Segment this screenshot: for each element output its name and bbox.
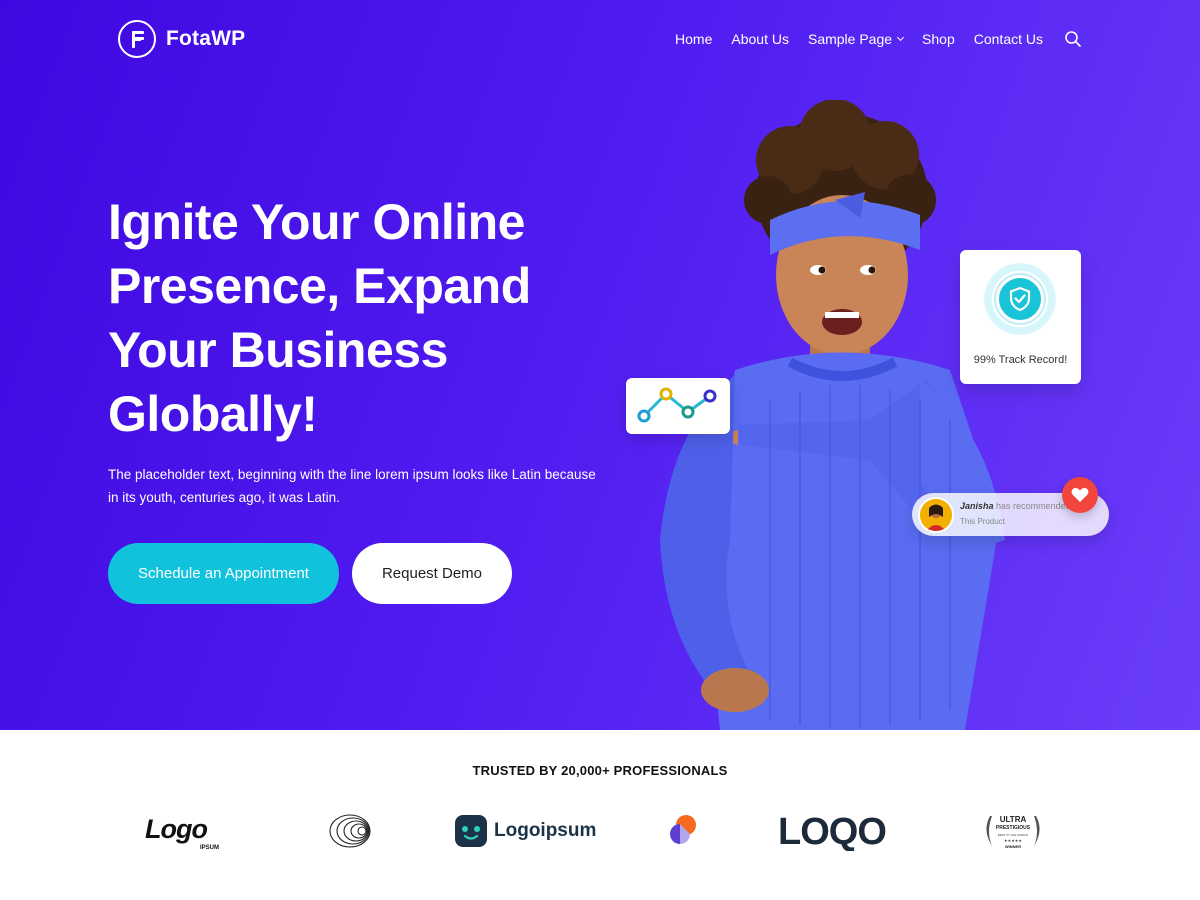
chevron-down-icon (897, 33, 905, 42)
brand-logo-6: ULTRA PRESTIGIOUS BEST IN THE WORLD ★★★★… (980, 808, 1046, 854)
f-circle-logo-icon (118, 20, 156, 58)
robot-logo-icon (455, 815, 487, 847)
request-demo-button[interactable]: Request Demo (352, 543, 512, 604)
shield-badge (984, 263, 1056, 335)
trusted-title: TRUSTED BY 20,000+ PROFESSIONALS (472, 763, 728, 778)
recommendation-text: Janisha has recommended (960, 501, 1071, 511)
brand-6-sub3: WINNER (1005, 844, 1021, 849)
nav-about-us[interactable]: About Us (731, 31, 789, 47)
hero-section: FotaWP Home About Us Sample Page Shop Co… (0, 0, 1200, 730)
brand-logo-3: Logoipsum (454, 808, 596, 854)
brand-1-sub: IPSUM (200, 845, 219, 851)
shield-check-icon (1009, 286, 1031, 312)
hero-headline: Ignite Your Online Presence, Expand Your… (108, 194, 531, 442)
trend-chart-card (626, 378, 730, 434)
brand-3-text: Logoipsum (494, 820, 597, 841)
avatar (918, 497, 954, 533)
brand-6-text: ULTRA (1000, 815, 1027, 824)
logo-text: FotaWP (166, 27, 246, 50)
brand-logo-1: Logo IPSUM (145, 808, 231, 854)
nav-home[interactable]: Home (675, 31, 712, 47)
schedule-appointment-button[interactable]: Schedule an Appointment (108, 543, 339, 604)
nav-sample-page[interactable]: Sample Page (807, 31, 905, 47)
brand-1-text: Logo (145, 814, 207, 844)
svg-text:★★★★★: ★★★★★ (1004, 838, 1022, 843)
brand-logo-2 (328, 808, 374, 854)
nav-shop[interactable]: Shop (922, 31, 955, 47)
hero-subtext: The placeholder text, beginning with the… (108, 467, 596, 505)
site-logo[interactable]: FotaWP (118, 20, 245, 58)
brand-6-sub2: BEST IN THE WORLD (998, 833, 1029, 837)
main-nav: Home About Us Sample Page Shop Contact U… (675, 30, 1082, 48)
brand-6-sub: PRESTIGIOUS (996, 825, 1031, 831)
nav-contact-us[interactable]: Contact Us (974, 31, 1043, 47)
nav-sample-page-label: Sample Page (807, 31, 893, 47)
brand-5-text: LOQO (778, 811, 886, 851)
search-icon[interactable] (1064, 30, 1082, 48)
recommend-verb: has recommended (996, 501, 1071, 511)
track-record-card: 99% Track Record! (960, 250, 1081, 384)
heart-icon (1062, 477, 1098, 513)
recommend-product: This Product (960, 517, 1005, 526)
recommender-name: Janisha (960, 501, 994, 511)
brand-logo-5: LOQO (778, 808, 918, 854)
brand-logo-4 (666, 808, 700, 854)
track-record-label: 99% Track Record! (973, 354, 1068, 366)
trend-line-icon (637, 387, 717, 423)
